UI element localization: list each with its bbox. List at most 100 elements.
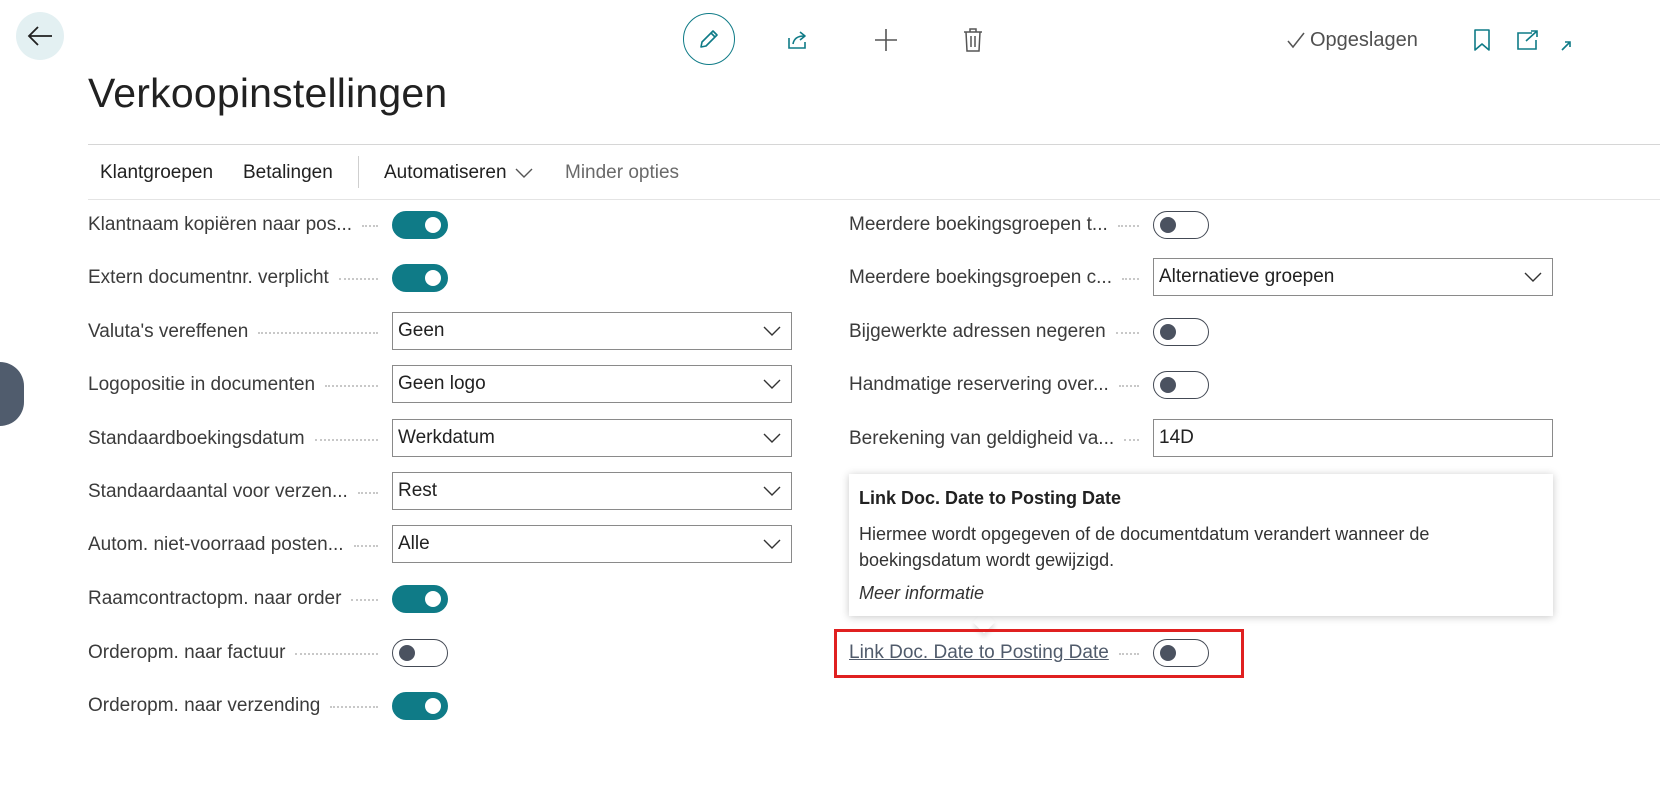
- field-dots: [351, 599, 378, 601]
- tooltip: Link Doc. Date to Posting Date Hiermee w…: [849, 474, 1553, 616]
- chevron-down-icon: [515, 168, 533, 178]
- field-label-text: Valuta's vereffenen: [88, 321, 249, 342]
- field-dots: [330, 706, 378, 708]
- side-panel-tab[interactable]: [0, 362, 24, 426]
- toggle-extern-documentnr[interactable]: [392, 264, 448, 292]
- saved-status: Opgeslagen: [1286, 26, 1418, 54]
- expand-icon: [1561, 41, 1571, 51]
- field-label: Orderopm. naar factuur: [88, 641, 378, 665]
- pencil-icon: [700, 30, 718, 48]
- toggle-knob: [425, 217, 441, 233]
- expand-button[interactable]: [1554, 26, 1578, 58]
- field-label-text: Standaardboekingsdatum: [88, 428, 305, 449]
- field-label-text: Bijgewerkte adressen negeren: [849, 321, 1106, 342]
- select-standaardboekingsdatum[interactable]: Werkdatum: [392, 419, 792, 457]
- share-button[interactable]: [780, 22, 816, 58]
- highlight-box: [834, 629, 1244, 678]
- tooltip-body: Hiermee wordt opgegeven of de documentda…: [859, 524, 1430, 570]
- select-valutas-vereffenen[interactable]: Geen: [392, 312, 792, 350]
- field-label-text: Meerdere boekingsgroepen c...: [849, 267, 1112, 288]
- field-dots: [314, 439, 378, 441]
- open-in-new-window-icon: [1517, 30, 1538, 50]
- action-bar: Klantgroepen Betalingen Automatiseren Mi…: [88, 146, 1660, 200]
- field-dots: [362, 225, 378, 227]
- toggle-meerdere-boekingsgroepen[interactable]: [1153, 211, 1209, 239]
- arrow-left-icon: [27, 26, 52, 46]
- toggle-knob: [425, 698, 441, 714]
- select-autom-niet-voorraad[interactable]: Alle: [392, 525, 792, 563]
- field-label-text: Berekening van geldigheid va...: [849, 428, 1115, 449]
- plus-icon: [875, 29, 897, 51]
- select-meerdere-boekingsgroepen[interactable]: Alternatieve groepen: [1153, 258, 1553, 296]
- new-button[interactable]: [868, 22, 904, 58]
- select-value: Alternatieve groepen: [1159, 266, 1335, 287]
- toggle-knob: [1160, 324, 1176, 340]
- bookmark-button[interactable]: [1466, 24, 1498, 56]
- field-label-text: Orderopm. naar factuur: [88, 642, 286, 663]
- field-dots: [1115, 332, 1139, 334]
- chevron-down-icon: [763, 326, 781, 336]
- select-value: Werkdatum: [398, 427, 495, 448]
- toggle-knob: [425, 270, 441, 286]
- toggle-knob: [1160, 217, 1176, 233]
- field-label: Klantnaam kopiëren naar pos...: [88, 213, 378, 237]
- toggle-klantnaam-kopieren[interactable]: [392, 211, 448, 239]
- field-label-text: Meerdere boekingsgroepen t...: [849, 214, 1108, 235]
- action-automatiseren-label: Automatiseren: [384, 162, 507, 183]
- action-klantgroepen[interactable]: Klantgroepen: [100, 162, 213, 184]
- bookmark-icon: [1474, 29, 1490, 51]
- field-dots: [1117, 225, 1139, 227]
- select-value: Rest: [398, 480, 438, 501]
- field-label-text: Extern documentnr. verplicht: [88, 267, 329, 288]
- field-label-text: Klantnaam kopiëren naar pos...: [88, 214, 353, 235]
- field-label: Extern documentnr. verplicht: [88, 266, 378, 290]
- field-label-text: Handmatige reservering over...: [849, 374, 1109, 395]
- field-dots: [1124, 439, 1139, 441]
- field-dots: [325, 385, 378, 387]
- action-betalingen[interactable]: Betalingen: [243, 162, 333, 184]
- field-label: Standaardboekingsdatum: [88, 427, 378, 451]
- select-standaardaantal[interactable]: Rest: [392, 472, 792, 510]
- toggle-bijgewerkte-adressen[interactable]: [1153, 318, 1209, 346]
- field-label: Raamcontractopm. naar order: [88, 587, 378, 611]
- field-label-text: Logopositie in documenten: [88, 374, 316, 395]
- tooltip-more-info-link[interactable]: Meer informatie: [859, 583, 1543, 604]
- select-value: Geen: [398, 320, 445, 341]
- page-title: Verkoopinstellingen: [88, 70, 448, 116]
- toggle-orderopm-verzending[interactable]: [392, 692, 448, 720]
- chevron-down-icon: [763, 433, 781, 443]
- field-label-text: Raamcontractopm. naar order: [88, 588, 342, 609]
- select-logopositie[interactable]: Geen logo: [392, 365, 792, 403]
- field-dots: [258, 332, 378, 334]
- action-minder-opties[interactable]: Minder opties: [565, 162, 679, 184]
- toggle-knob: [425, 591, 441, 607]
- toggle-handmatige-reservering[interactable]: [1153, 371, 1209, 399]
- action-separator: [358, 156, 359, 188]
- field-label: Bijgewerkte adressen negeren: [849, 320, 1139, 344]
- field-label-text: Orderopm. naar verzending: [88, 695, 321, 716]
- saved-label: Opgeslagen: [1310, 28, 1418, 51]
- toggle-orderopm-factuur[interactable]: [392, 639, 448, 667]
- edit-button[interactable]: [683, 13, 735, 65]
- toggle-knob: [1160, 377, 1176, 393]
- field-label: Meerdere boekingsgroepen c...: [849, 266, 1139, 290]
- chevron-down-icon: [763, 539, 781, 549]
- field-label: Orderopm. naar verzending: [88, 694, 378, 718]
- field-label: Valuta's vereffenen: [88, 320, 378, 344]
- open-new-window-button[interactable]: [1512, 24, 1544, 56]
- field-label: Standaardaantal voor verzen...: [88, 480, 378, 504]
- action-automatiseren[interactable]: Automatiseren: [384, 162, 533, 184]
- chevron-down-icon: [763, 379, 781, 389]
- back-button[interactable]: [16, 12, 64, 60]
- checkmark-icon: [1287, 32, 1305, 49]
- input-berekening-geldigheid[interactable]: 14D: [1153, 419, 1553, 457]
- toggle-raamcontractopm[interactable]: [392, 585, 448, 613]
- share-icon: [788, 31, 806, 49]
- delete-button[interactable]: [955, 22, 991, 58]
- tooltip-title: Link Doc. Date to Posting Date: [859, 488, 1122, 508]
- select-value: Geen logo: [398, 373, 486, 394]
- field-dots: [338, 278, 378, 280]
- field-label: Handmatige reservering over...: [849, 373, 1139, 397]
- toggle-knob: [399, 645, 415, 661]
- field-dots: [295, 653, 378, 655]
